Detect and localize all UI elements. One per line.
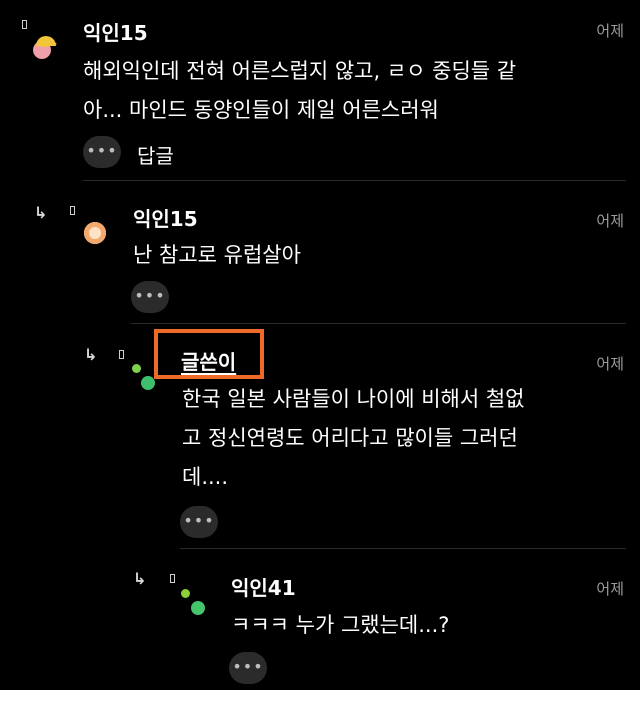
comment-time: 어제 [596,580,624,598]
comment-body: 해외익인데 전혀 어른스럽지 않고, ㄹㅇ 중딩들 같 아... 마인드 동양인… [83,52,623,130]
avatar-icon [84,222,106,244]
avatar-icon [191,601,205,615]
comment-line: 아... 마인드 동양인들이 제일 어른스러워 [83,98,439,122]
reply-arrow-icon: ↳ [133,569,147,588]
reply-arrow-icon: ↳ [34,203,48,222]
comment-line: 해외익인데 전혀 어른스럽지 않고, ㄹㅇ 중딩들 같 [83,59,517,83]
comment-line: 한국 일본 사람들이 나이에 비해서 철없 [182,387,525,411]
comment-line: ㅋㅋㅋ 누가 그랬는데...? [231,613,450,637]
comment-line: 데.... [182,465,229,489]
comment-author[interactable]: 익인15 [83,17,148,46]
comment-time: 어제 [596,22,624,40]
comment-thread: 익인15 어제 해외익인데 전혀 어른스럽지 않고, ㄹㅇ 중딩들 같 아...… [0,0,640,690]
divider [131,323,626,324]
comment-body: 난 참고로 유럽살아 [133,236,301,275]
more-options-button[interactable]: ••• [180,506,218,538]
bookmark-icon [70,206,75,215]
reply-button[interactable]: 답글 [137,140,174,169]
bookmark-icon [22,20,27,29]
bookmark-icon [119,350,124,359]
divider [83,180,626,181]
comment-author[interactable]: 익인15 [133,203,198,232]
comment-body: ㅋㅋㅋ 누가 그랬는데...? [231,606,449,645]
comment-line: 난 참고로 유럽살아 [133,243,301,267]
comment-time: 어제 [596,212,624,230]
avatar-icon [132,364,141,373]
comment-author[interactable]: 익인41 [231,572,296,601]
divider [180,548,626,549]
bookmark-icon [170,574,175,583]
reply-arrow-icon: ↳ [84,345,98,364]
avatar-icon [181,589,190,598]
comment-body: 한국 일본 사람들이 나이에 비해서 철없 고 정신연령도 어리다고 많이들 그… [182,380,622,497]
comment-time: 어제 [596,355,624,373]
comment-line: 고 정신연령도 어리다고 많이들 그러던 [182,426,518,450]
more-options-button[interactable]: ••• [83,136,121,168]
comment-author-op[interactable]: 글쓴이 [181,346,236,375]
more-options-button[interactable]: ••• [229,652,267,684]
avatar-icon [141,376,155,390]
avatar-icon [33,32,57,59]
more-options-button[interactable]: ••• [131,281,169,313]
